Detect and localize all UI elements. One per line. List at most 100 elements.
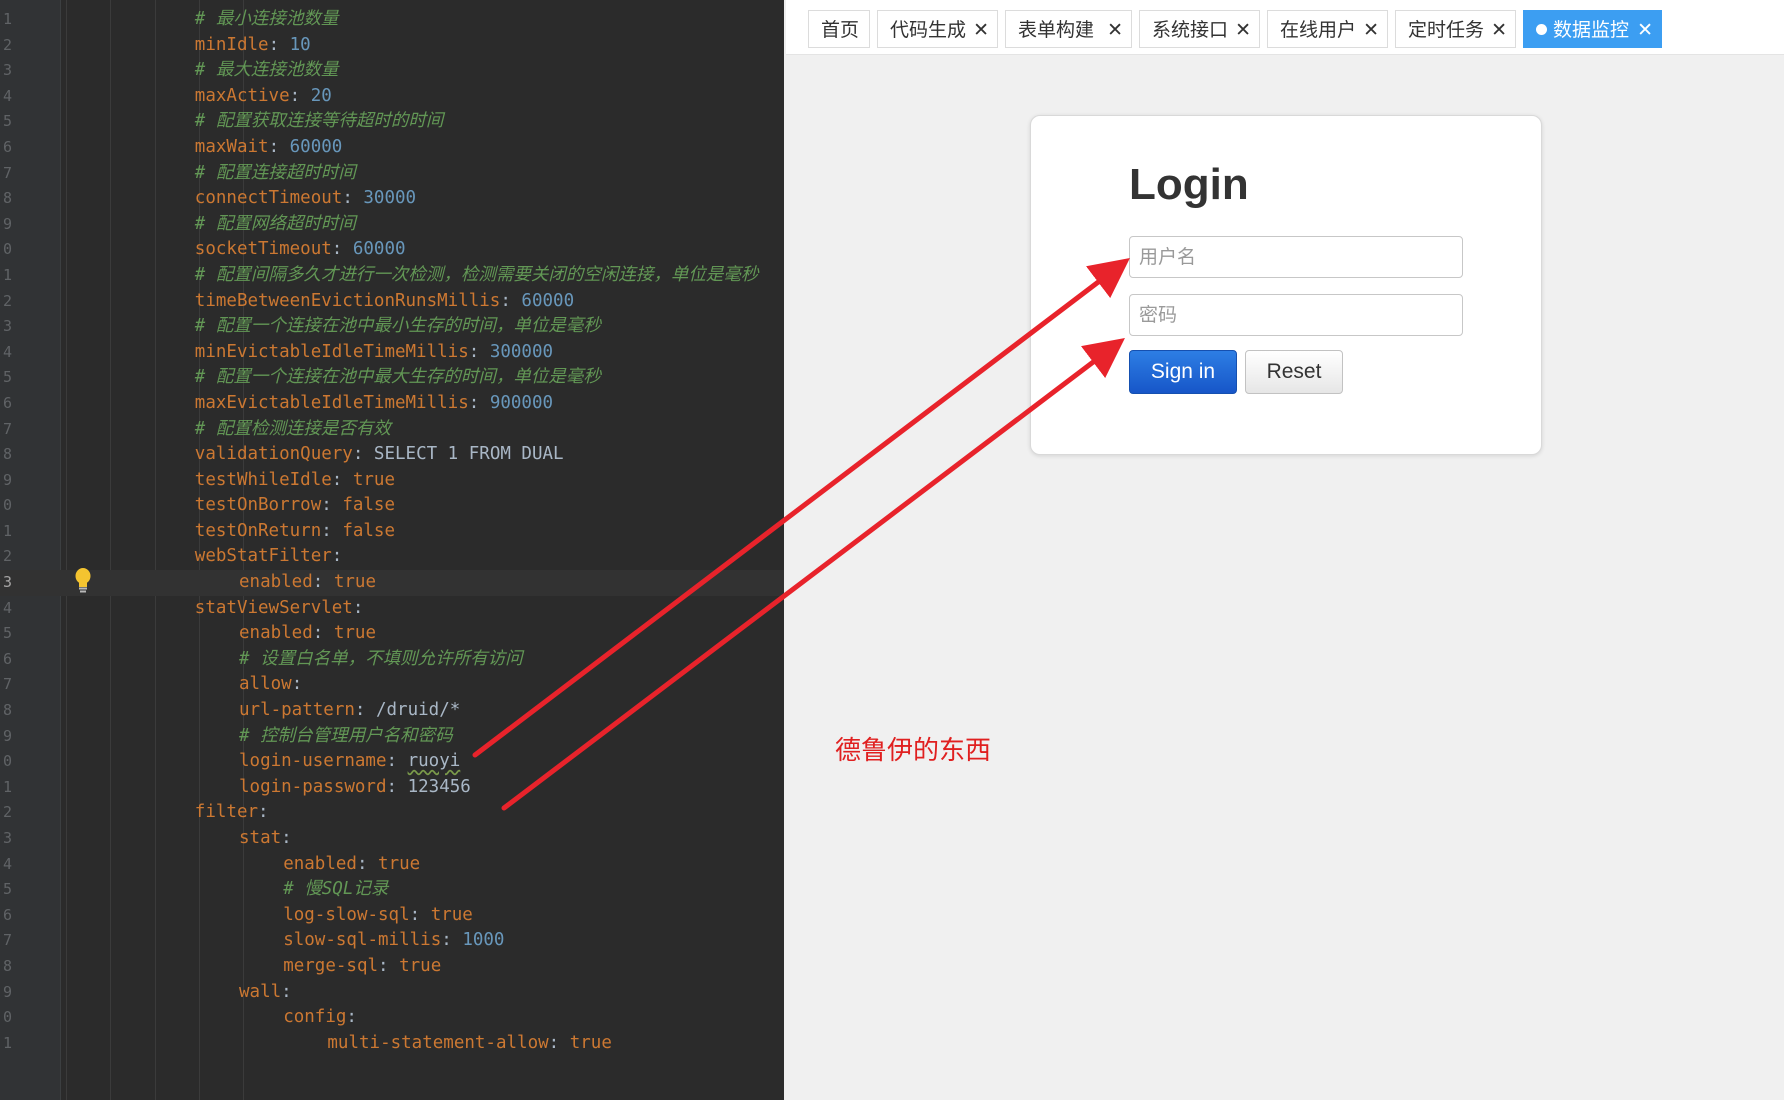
line-number: 0 [2, 752, 12, 771]
code-comment: # 配置一个连接在池中最大生存的时间，单位是毫秒 [194, 367, 601, 388]
code-line[interactable]: 3 # 配置一个连接在池中最小生存的时间，单位是毫秒 [0, 314, 784, 340]
line-number: 4 [2, 598, 12, 617]
code-line[interactable]: 8 url-pattern: /druid/* [0, 698, 784, 724]
code-line[interactable]: 0 login-username: ruoyi [0, 749, 784, 775]
browser-pane: 首页 代码生成 ✕ 表单构建 ✕ 系统接口 ✕ 在线用户 ✕ 定时任务 ✕ 数据监控 ✕ Login S… [786, 0, 1784, 1100]
code-line[interactable]: 6 maxWait: 60000 [0, 135, 784, 161]
code-line[interactable]: 5 # 配置一个连接在池中最大生存的时间，单位是毫秒 [0, 365, 784, 391]
code-value: : [281, 981, 292, 1002]
code-line[interactable]: 4 minEvictableIdleTimeMillis: 300000 [0, 340, 784, 366]
code-text: statViewServlet: [195, 596, 364, 622]
code-line[interactable]: 0 testOnBorrow: false [0, 493, 784, 519]
line-number: 8 [2, 701, 12, 720]
line-number: 1 [2, 521, 12, 540]
tab-label: 定时任务 [1408, 19, 1485, 41]
reset-button[interactable]: Reset [1245, 350, 1343, 394]
code-line[interactable]: 7 # 配置连接超时时间 [0, 161, 784, 187]
tab-5[interactable]: 定时任务 ✕ [1395, 10, 1516, 48]
code-line[interactable]: 9 # 控制台管理用户名和密码 [0, 724, 784, 750]
code-line[interactable]: 1 # 配置间隔多久才进行一次检测，检测需要关闭的空闲连接，单位是毫秒 [0, 263, 784, 289]
tab-6[interactable]: 数据监控 ✕ [1523, 10, 1662, 48]
code-line[interactable]: 3 stat: [0, 826, 784, 852]
code-line[interactable]: 5 # 配置获取连接等待超时的时间 [0, 109, 784, 135]
tab-2[interactable]: 表单构建 ✕ [1005, 10, 1132, 48]
close-icon[interactable]: ✕ [1491, 11, 1507, 49]
code-keyword: true [333, 623, 376, 644]
yaml-code-lines[interactable]: 1 # 最小连接池数量 2 minIdle: 10 3 # 最大连接池数量 4 maxActi… [0, 7, 784, 1056]
tab-label: 首页 [821, 19, 860, 41]
code-text: slow-sql-millis: 1000 [283, 928, 504, 954]
code-line[interactable]: 9 # 配置网络超时时间 [0, 212, 784, 238]
close-icon[interactable]: ✕ [1107, 11, 1123, 49]
code-line[interactable]: 1 testOnReturn: false [0, 519, 784, 545]
code-line[interactable]: 0 config: [0, 1005, 784, 1031]
code-line[interactable]: 2 minIdle: 10 [0, 33, 784, 59]
code-keyword: timeBetweenEvictionRunsMillis [194, 290, 501, 311]
code-value: ruoyi [407, 751, 461, 772]
line-number: 9 [2, 726, 12, 745]
code-keyword: config [283, 1007, 347, 1028]
code-keyword: filter [194, 802, 259, 823]
code-keyword: connectTimeout [194, 188, 343, 209]
code-keyword: multi-statement-allow [327, 1032, 549, 1053]
code-line[interactable]: 2 timeBetweenEvictionRunsMillis: 60000 [0, 289, 784, 315]
code-text: login-password: 123456 [239, 775, 471, 801]
tab-label: 代码生成 [890, 19, 967, 41]
tab-4[interactable]: 在线用户 ✕ [1267, 10, 1388, 48]
code-line[interactable]: 3 enabled: true [0, 570, 784, 596]
code-value: 60000 [352, 239, 406, 260]
code-line[interactable]: 5 enabled: true [0, 621, 784, 647]
code-line[interactable]: 4 statViewServlet: [0, 596, 784, 622]
code-line[interactable]: 1 multi-statement-allow: true [0, 1031, 784, 1057]
code-line[interactable]: 2 webStatFilter: [0, 544, 784, 570]
code-line[interactable]: 8 merge-sql: true [0, 954, 784, 980]
code-value: : [441, 930, 463, 951]
code-line[interactable]: 4 enabled: true [0, 852, 784, 878]
tab-0[interactable]: 首页 [808, 10, 870, 48]
code-line[interactable]: 0 socketTimeout: 60000 [0, 237, 784, 263]
code-text: allow: [239, 672, 302, 698]
line-number: 5 [2, 112, 12, 131]
code-comment: # 控制台管理用户名和密码 [239, 725, 453, 746]
sign-in-button[interactable]: Sign in [1129, 350, 1237, 394]
username-input[interactable] [1129, 236, 1463, 278]
close-icon[interactable]: ✕ [1363, 11, 1379, 49]
password-input[interactable] [1129, 294, 1463, 336]
code-line[interactable]: 5 # 慢SQL记录 [0, 877, 784, 903]
code-line[interactable]: 9 wall: [0, 980, 784, 1006]
code-line[interactable]: 6 # 设置白名单，不填则允许所有访问 [0, 647, 784, 673]
tab-1[interactable]: 代码生成 ✕ [877, 10, 998, 48]
code-line[interactable]: 3 # 最大连接池数量 [0, 58, 784, 84]
code-text: login-username: ruoyi [239, 749, 460, 775]
code-line[interactable]: 1 # 最小连接池数量 [0, 7, 784, 33]
code-keyword: testWhileIdle [194, 469, 332, 490]
line-number: 9 [2, 982, 12, 1001]
close-icon[interactable]: ✕ [973, 11, 989, 49]
close-icon[interactable]: ✕ [1637, 11, 1653, 49]
code-value: 30000 [363, 188, 417, 209]
code-line[interactable]: 2 filter: [0, 800, 784, 826]
code-line[interactable]: 4 maxActive: 20 [0, 84, 784, 110]
line-number: 2 [2, 35, 12, 54]
close-icon[interactable]: ✕ [1235, 11, 1251, 49]
tab-3[interactable]: 系统接口 ✕ [1139, 10, 1260, 48]
code-line[interactable]: 6 maxEvictableIdleTimeMillis: 900000 [0, 391, 784, 417]
lightbulb-icon[interactable] [72, 566, 94, 594]
code-line[interactable]: 9 testWhileIdle: true [0, 468, 784, 494]
code-line[interactable]: 1 login-password: 123456 [0, 775, 784, 801]
line-number: 8 [2, 445, 12, 464]
code-line[interactable]: 6 log-slow-sql: true [0, 903, 784, 929]
code-line[interactable]: 7 slow-sql-millis: 1000 [0, 928, 784, 954]
code-line[interactable]: 8 connectTimeout: 30000 [0, 186, 784, 212]
code-text: # 配置网络超时时间 [195, 212, 356, 238]
active-dot-icon [1536, 24, 1547, 35]
code-keyword: false [342, 520, 395, 541]
code-line[interactable]: 7 allow: [0, 672, 784, 698]
code-text: enabled: true [239, 621, 376, 647]
code-editor[interactable]: 1 # 最小连接池数量 2 minIdle: 10 3 # 最大连接池数量 4 maxActi… [0, 0, 784, 1100]
code-line[interactable]: 8 validationQuery: SELECT 1 FROM DUAL [0, 442, 784, 468]
code-value: : [321, 495, 343, 516]
line-number: 6 [2, 137, 12, 156]
code-line[interactable]: 7 # 配置检测连接是否有效 [0, 417, 784, 443]
line-number: 7 [2, 931, 12, 950]
